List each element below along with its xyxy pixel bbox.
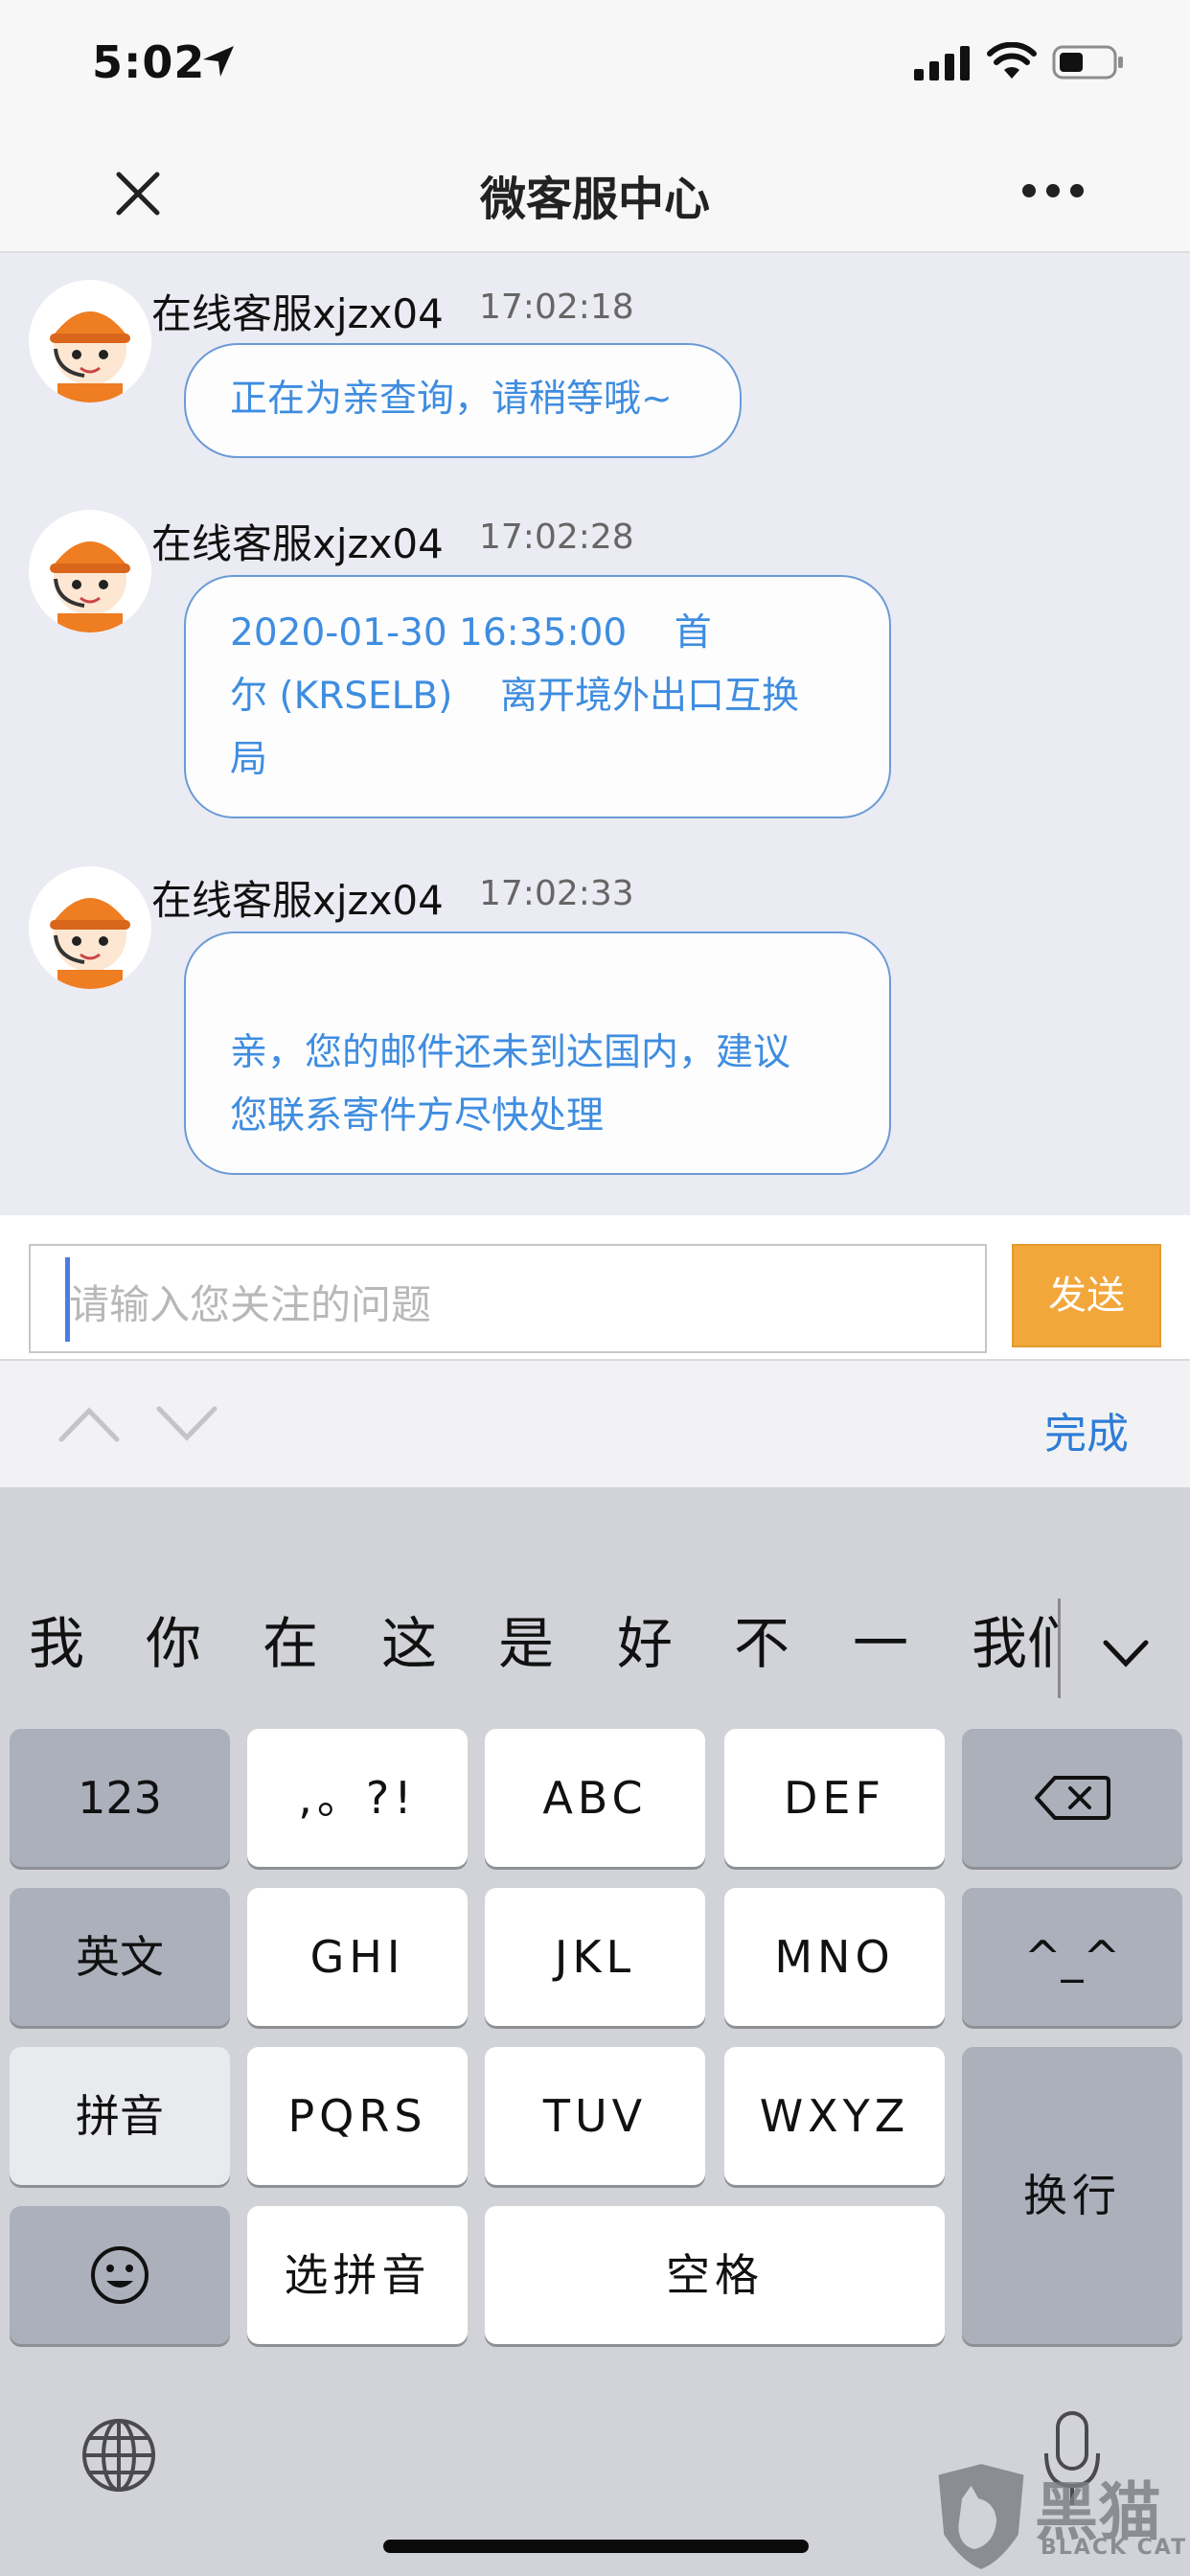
wifi-icon bbox=[987, 42, 1037, 79]
key-emoticon[interactable]: ^_^ bbox=[962, 1888, 1182, 2026]
sender-name: 在线客服xjzx04 bbox=[151, 877, 444, 924]
key-punctuation[interactable]: ,。?! bbox=[247, 1729, 468, 1867]
screen: 5:02 微客服中心 在线客服xjzx04 17:02:18 正在为亲查询，请稍… bbox=[0, 0, 1190, 2576]
candidate-word[interactable]: 你 bbox=[146, 1598, 201, 1679]
message-bubble: 2020-01-30 16:35:00 首 尔 (KRSELB) 离开境外出口互… bbox=[184, 575, 891, 818]
done-button[interactable]: 完成 bbox=[1044, 1399, 1129, 1460]
agent-avatar bbox=[29, 280, 151, 402]
chevron-down-icon[interactable] bbox=[1102, 1637, 1150, 1669]
key-select-pinyin[interactable]: 选拼音 bbox=[247, 2206, 468, 2344]
candidate-word[interactable]: 是 bbox=[498, 1598, 554, 1679]
message-line: 亲，您的邮件还未到达国内，建议 bbox=[230, 1031, 791, 1074]
input-bar: 请输入您关注的问题 发送 bbox=[0, 1215, 1190, 1359]
key-pinyin[interactable]: 拼音 bbox=[10, 2047, 230, 2185]
sender-name: 在线客服xjzx04 bbox=[151, 520, 444, 567]
message-time: 17:02:18 bbox=[479, 288, 634, 327]
sender-name: 在线客服xjzx04 bbox=[151, 290, 444, 337]
more-icon[interactable] bbox=[1019, 180, 1087, 201]
message-time: 17:02:28 bbox=[479, 518, 634, 557]
key-wxyz[interactable]: WXYZ bbox=[724, 2047, 945, 2185]
key-123[interactable]: 123 bbox=[10, 1729, 230, 1867]
backspace-icon bbox=[1035, 1776, 1110, 1820]
chevron-up-icon[interactable] bbox=[56, 1403, 123, 1445]
question-input[interactable]: 请输入您关注的问题 bbox=[29, 1244, 987, 1353]
message-line: 您联系寄件方尽快处理 bbox=[230, 1094, 605, 1138]
key-pqrs[interactable]: PQRS bbox=[247, 2047, 468, 2185]
battery-icon bbox=[1052, 45, 1123, 80]
candidate-word[interactable]: 好 bbox=[617, 1598, 673, 1679]
globe-icon[interactable] bbox=[80, 2417, 157, 2494]
key-def[interactable]: DEF bbox=[724, 1729, 945, 1867]
send-button[interactable]: 发送 bbox=[1012, 1244, 1161, 1347]
chat-message: 在线客服xjzx04 17:02:33 亲，您的邮件还未到达国内，建议 您联系寄… bbox=[0, 849, 1190, 1204]
space-key[interactable]: 空格 bbox=[485, 2206, 945, 2344]
key-mno[interactable]: MNO bbox=[724, 1888, 945, 2026]
key-ghi[interactable]: GHI bbox=[247, 1888, 468, 2026]
key-tuv[interactable]: TUV bbox=[485, 2047, 705, 2185]
keyboard-accessory-bar: 完成 bbox=[0, 1359, 1190, 1487]
input-placeholder: 请输入您关注的问题 bbox=[69, 1281, 432, 1328]
page-title: 微客服中心 bbox=[479, 172, 710, 226]
keyboard: 我 你 在 这 是 好 不 一 我们 123 ,。?! ABC DEF 英文 G… bbox=[0, 1487, 1190, 2576]
cat-shield-icon bbox=[938, 2464, 1024, 2569]
candidate-bar: 我 你 在 这 是 好 不 一 我们 bbox=[0, 1579, 1190, 1694]
chevron-down-icon[interactable] bbox=[153, 1403, 220, 1445]
location-arrow-icon bbox=[203, 46, 234, 77]
delete-key[interactable] bbox=[962, 1729, 1182, 1867]
message-bubble: 亲，您的邮件还未到达国内，建议 您联系寄件方尽快处理 bbox=[184, 932, 891, 1175]
agent-avatar bbox=[29, 866, 151, 989]
agent-avatar bbox=[29, 510, 151, 632]
emoji-key[interactable] bbox=[10, 2206, 230, 2344]
candidate-word[interactable]: 一 bbox=[853, 1598, 908, 1679]
message-bubble: 正在为亲查询，请稍等哦~ bbox=[184, 343, 742, 458]
chat-message: 在线客服xjzx04 17:02:18 正在为亲查询，请稍等哦~ bbox=[0, 263, 1190, 483]
candidate-word[interactable]: 这 bbox=[381, 1598, 437, 1679]
candidate-word[interactable]: 不 bbox=[734, 1598, 790, 1679]
key-english[interactable]: 英文 bbox=[10, 1888, 230, 2026]
candidate-divider bbox=[1058, 1598, 1061, 1698]
cellular-signal-icon bbox=[914, 46, 970, 80]
status-bar: 5:02 bbox=[0, 0, 1190, 134]
watermark-text-en: BLACK CAT bbox=[1041, 2536, 1188, 2560]
chat-message: 在线客服xjzx04 17:02:28 2020-01-30 16:35:00 … bbox=[0, 493, 1190, 818]
watermark-logo: 黑猫 BLACK CAT bbox=[927, 2455, 1190, 2576]
home-indicator[interactable] bbox=[383, 2540, 809, 2553]
message-line: 局 bbox=[230, 738, 268, 781]
key-newline[interactable]: 换行 bbox=[962, 2047, 1182, 2344]
message-line: 2020-01-30 16:35:00 首 bbox=[230, 611, 712, 655]
message-time: 17:02:33 bbox=[479, 874, 634, 913]
candidate-word[interactable]: 我 bbox=[29, 1598, 84, 1679]
candidate-word[interactable]: 在 bbox=[263, 1598, 318, 1679]
chat-area: 在线客服xjzx04 17:02:18 正在为亲查询，请稍等哦~ 在线客服xjz… bbox=[0, 253, 1190, 1215]
message-line: 尔 (KRSELB) 离开境外出口互换 bbox=[230, 675, 799, 718]
status-time: 5:02 bbox=[92, 36, 206, 88]
key-jkl[interactable]: JKL bbox=[485, 1888, 705, 2026]
smiley-icon bbox=[91, 2246, 149, 2304]
message-line bbox=[230, 958, 845, 1022]
key-abc[interactable]: ABC bbox=[485, 1729, 705, 1867]
candidate-word[interactable]: 我们 bbox=[972, 1598, 1058, 1679]
message-line: 正在为亲查询，请稍等哦~ bbox=[230, 378, 673, 421]
nav-bar: 微客服中心 bbox=[0, 134, 1190, 253]
